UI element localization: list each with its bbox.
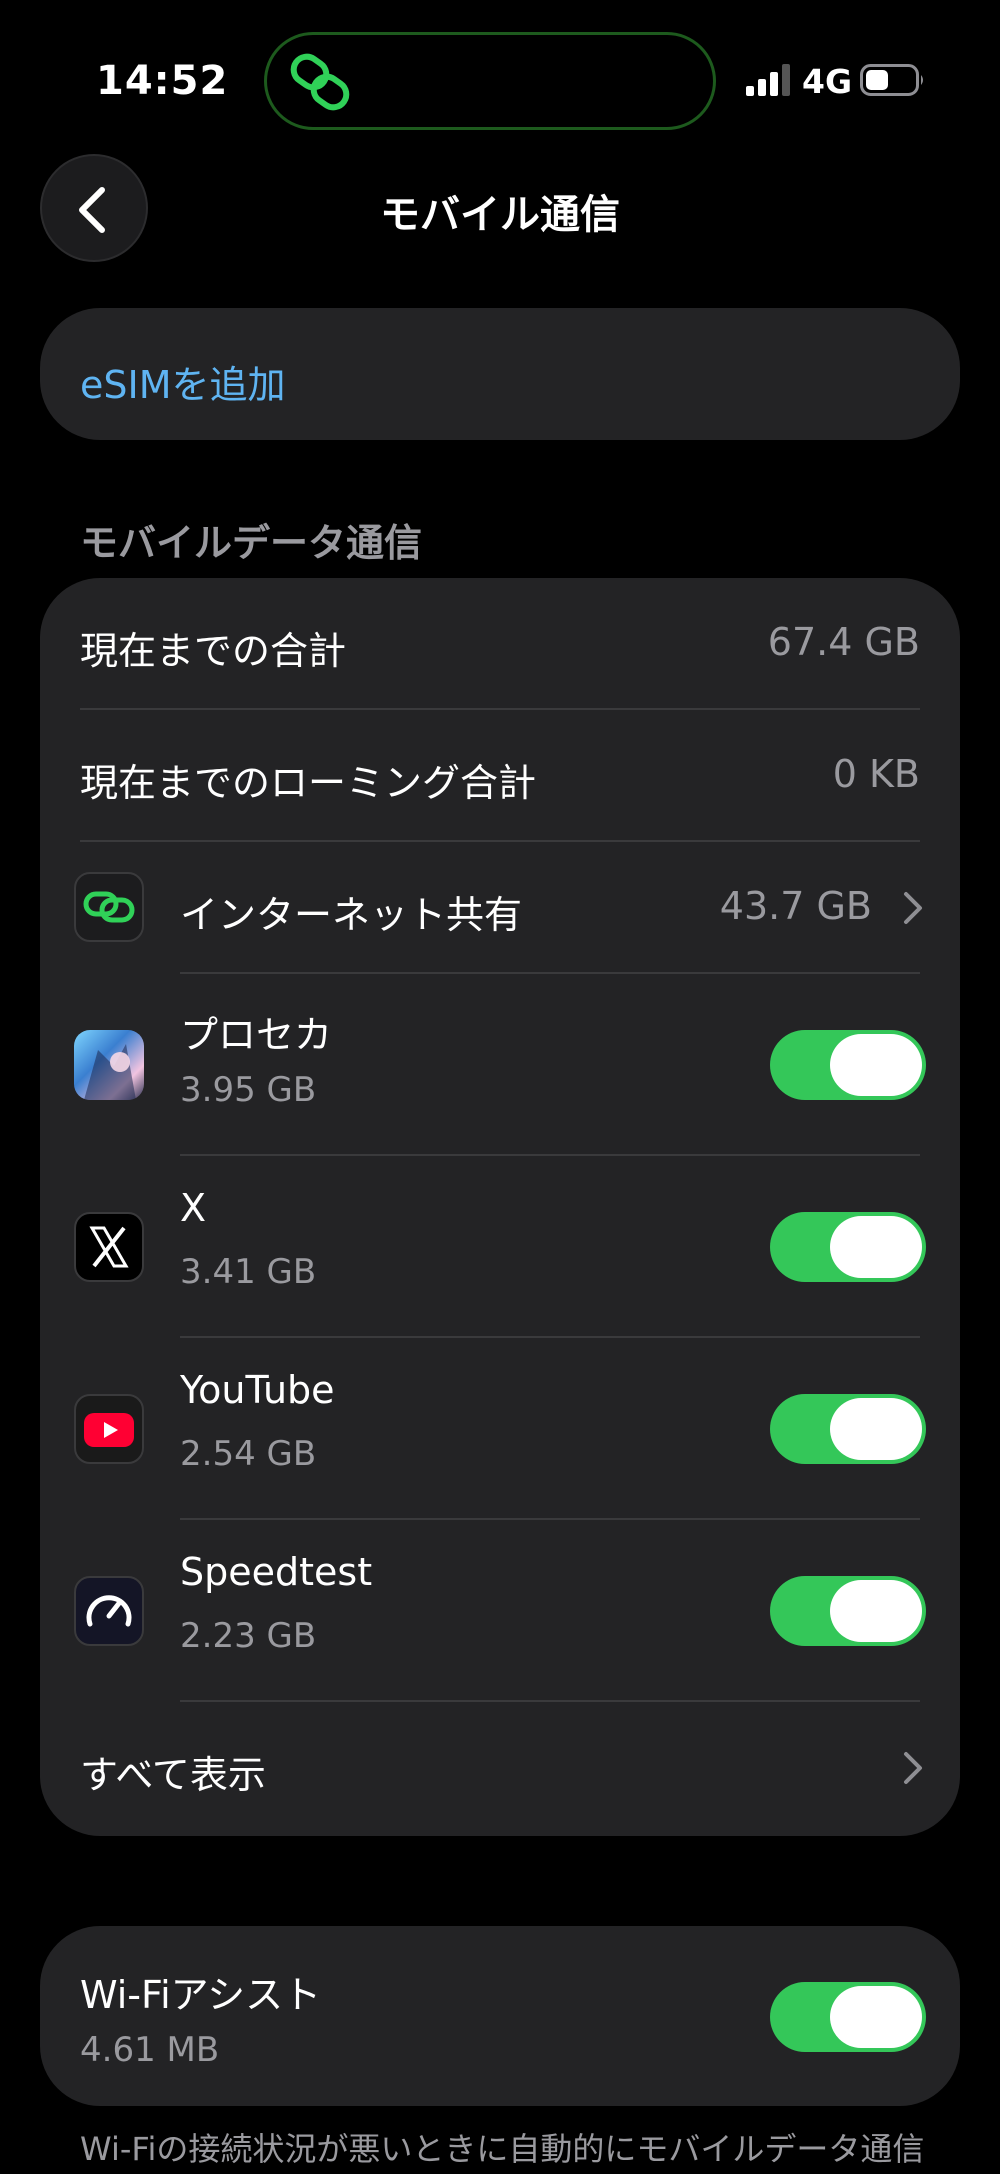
hotspot-label: インターネット共有 bbox=[180, 893, 523, 937]
app-row: プロセカ 3.95 GB bbox=[40, 974, 960, 1156]
wifi-assist-row: Wi-Fiアシスト 4.61 MB bbox=[40, 1926, 960, 2106]
app-usage: 2.54 GB bbox=[180, 1434, 317, 1474]
hotspot-link-icon bbox=[74, 872, 144, 942]
hotspot-link-icon bbox=[290, 53, 350, 111]
add-esim-label: eSIMを追加 bbox=[80, 363, 286, 407]
app-usage: 3.41 GB bbox=[180, 1252, 317, 1292]
youtube-app-icon bbox=[74, 1394, 144, 1464]
x-data-toggle[interactable] bbox=[770, 1212, 926, 1282]
speedtest-app-icon bbox=[74, 1576, 144, 1646]
prosekai-app-icon bbox=[74, 1030, 144, 1100]
x-app-icon bbox=[74, 1212, 144, 1282]
app-row: X 3.41 GB bbox=[40, 1156, 960, 1338]
mobile-data-list: 現在までの合計 67.4 GB 現在までのローミング合計 0 KB インターネッ… bbox=[40, 578, 960, 1836]
show-all-row[interactable]: すべて表示 bbox=[40, 1702, 960, 1836]
roaming-total-value: 0 KB bbox=[832, 752, 920, 796]
app-usage: 2.23 GB bbox=[180, 1616, 317, 1656]
status-time: 14:52 bbox=[96, 58, 229, 104]
speedtest-data-toggle[interactable] bbox=[770, 1576, 926, 1646]
toggle-knob bbox=[830, 1216, 922, 1278]
app-row: Speedtest 2.23 GB bbox=[40, 1520, 960, 1702]
page-title: モバイル通信 bbox=[380, 192, 620, 238]
app-name: プロセカ bbox=[180, 1013, 333, 1057]
toggle-knob bbox=[830, 1986, 922, 2048]
app-usage: 3.95 GB bbox=[180, 1070, 317, 1110]
youtube-data-toggle[interactable] bbox=[770, 1394, 926, 1464]
wifi-assist-description: Wi-Fiの接続状況が悪いときに自動的にモバイルデータ通信を使用します。 bbox=[80, 2130, 925, 2168]
wifi-assist-usage: 4.61 MB bbox=[80, 2030, 220, 2070]
wifi-assist-toggle[interactable] bbox=[770, 1982, 926, 2052]
wifi-assist-label: Wi-Fiアシスト bbox=[80, 1973, 322, 2017]
mobile-data-section-title: モバイルデータ通信 bbox=[80, 521, 423, 565]
signal-bars-icon bbox=[746, 64, 790, 96]
roaming-total-row: 現在までのローミング合計 0 KB bbox=[40, 710, 960, 842]
prosekai-data-toggle[interactable] bbox=[770, 1030, 926, 1100]
current-total-value: 67.4 GB bbox=[767, 620, 920, 664]
roaming-total-label: 現在までのローミング合計 bbox=[80, 761, 537, 805]
personal-hotspot-row[interactable]: インターネット共有 43.7 GB bbox=[40, 842, 960, 974]
hotspot-value: 43.7 GB bbox=[719, 884, 872, 928]
dynamic-island[interactable] bbox=[264, 32, 716, 130]
toggle-knob bbox=[830, 1398, 922, 1460]
app-name: X bbox=[180, 1186, 207, 1230]
add-esim-button[interactable]: eSIMを追加 bbox=[40, 308, 960, 440]
toggle-knob bbox=[830, 1580, 922, 1642]
current-total-label: 現在までの合計 bbox=[80, 629, 347, 673]
app-name: YouTube bbox=[180, 1368, 335, 1412]
status-bar: 14:52 4G bbox=[0, 0, 1000, 160]
chevron-right-icon bbox=[904, 1752, 922, 1784]
app-row: YouTube 2.54 GB bbox=[40, 1338, 960, 1520]
app-name: Speedtest bbox=[180, 1550, 373, 1594]
network-type: 4G bbox=[802, 62, 853, 101]
battery-icon bbox=[860, 64, 923, 96]
toggle-knob bbox=[830, 1034, 922, 1096]
chevron-right-icon bbox=[904, 892, 922, 924]
current-total-row: 現在までの合計 67.4 GB bbox=[40, 578, 960, 710]
show-all-label: すべて表示 bbox=[80, 1753, 266, 1797]
